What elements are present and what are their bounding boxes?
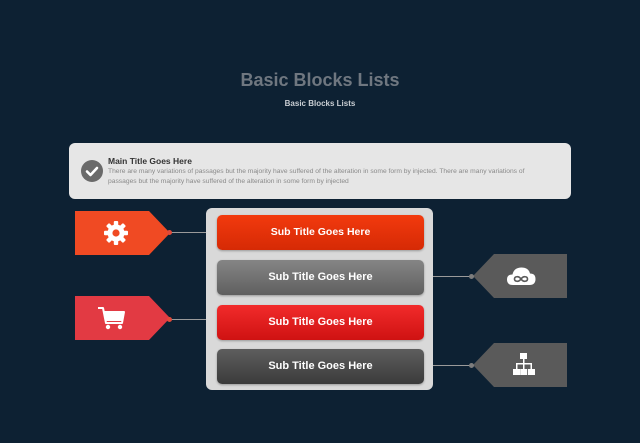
sub-title-block-1: Sub Title Goes Here xyxy=(217,215,424,250)
cart-tag xyxy=(75,296,170,340)
info-title: Main Title Goes Here xyxy=(108,156,192,166)
info-text: There are many variations of passages bu… xyxy=(108,168,525,185)
check-circle-icon xyxy=(81,160,103,182)
sitemap-tag xyxy=(473,343,567,387)
cloud-tag xyxy=(473,254,567,298)
info-box: Main Title Goes Here There are many vari… xyxy=(69,143,571,199)
page-subtitle: Basic Blocks Lists xyxy=(284,99,356,108)
sub-title-block-3: Sub Title Goes Here xyxy=(217,305,424,340)
sub-title-block-2: Sub Title Goes Here xyxy=(217,260,424,295)
gear-icon xyxy=(104,221,128,245)
page-title: Basic Blocks Lists xyxy=(240,70,400,90)
sub-title-block-4: Sub Title Goes Here xyxy=(217,349,424,384)
gear-tag xyxy=(75,211,170,255)
